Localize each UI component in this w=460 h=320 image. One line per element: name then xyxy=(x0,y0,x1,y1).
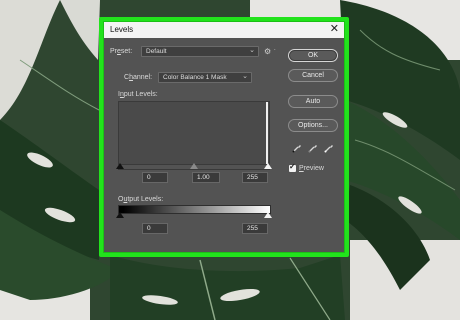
channel-label: Channel: xyxy=(124,74,153,81)
gear-menu-arrow: . xyxy=(274,46,276,52)
input-black-point-slider[interactable] xyxy=(116,163,124,169)
output-white-field[interactable]: 255 xyxy=(242,223,268,234)
eyedropper-black-icon[interactable] xyxy=(292,143,302,153)
output-black-point-slider[interactable] xyxy=(116,212,124,218)
eyedropper-white-icon[interactable] xyxy=(324,143,334,153)
options-button[interactable]: Options... xyxy=(288,119,338,132)
input-slider-track xyxy=(118,169,270,170)
input-levels-label: Input Levels: xyxy=(118,91,158,98)
chevron-down-icon: ⌄ xyxy=(242,73,248,80)
ok-button[interactable]: OK xyxy=(288,49,338,62)
output-gradient-bar xyxy=(118,205,271,214)
eyedropper-gray-icon[interactable] xyxy=(308,143,318,153)
histogram xyxy=(118,101,270,165)
preset-value: Default xyxy=(146,48,167,55)
input-white-point-slider[interactable] xyxy=(264,163,272,169)
cancel-button[interactable]: Cancel xyxy=(288,69,338,82)
input-black-field[interactable]: 0 xyxy=(142,172,168,183)
gear-icon[interactable]: ⚙ xyxy=(264,47,271,56)
preset-label: Preset: xyxy=(110,48,133,55)
dialog-titlebar[interactable]: Levels ✕ xyxy=(104,22,344,38)
histogram-peak xyxy=(266,102,268,164)
channel-dropdown[interactable]: Color Balance 1 Mask ⌄ xyxy=(158,72,252,83)
input-gamma-field[interactable]: 1.00 xyxy=(192,172,220,183)
levels-dialog: Levels ✕ Preset: Default ⌄ ⚙ . Channel: … xyxy=(104,22,344,252)
output-white-point-slider[interactable] xyxy=(264,212,272,218)
preset-dropdown[interactable]: Default ⌄ xyxy=(141,46,259,57)
input-gamma-slider[interactable] xyxy=(190,163,198,169)
preview-label: Preview xyxy=(299,165,324,172)
dialog-title: Levels xyxy=(110,25,134,34)
close-icon[interactable]: ✕ xyxy=(330,23,339,36)
output-black-field[interactable]: 0 xyxy=(142,223,168,234)
auto-button[interactable]: Auto xyxy=(288,95,338,108)
channel-value: Color Balance 1 Mask xyxy=(163,74,227,81)
output-levels-label: Output Levels: xyxy=(118,196,164,203)
input-white-field[interactable]: 255 xyxy=(242,172,268,183)
preview-checkbox[interactable] xyxy=(289,162,296,172)
chevron-down-icon: ⌄ xyxy=(249,47,255,54)
